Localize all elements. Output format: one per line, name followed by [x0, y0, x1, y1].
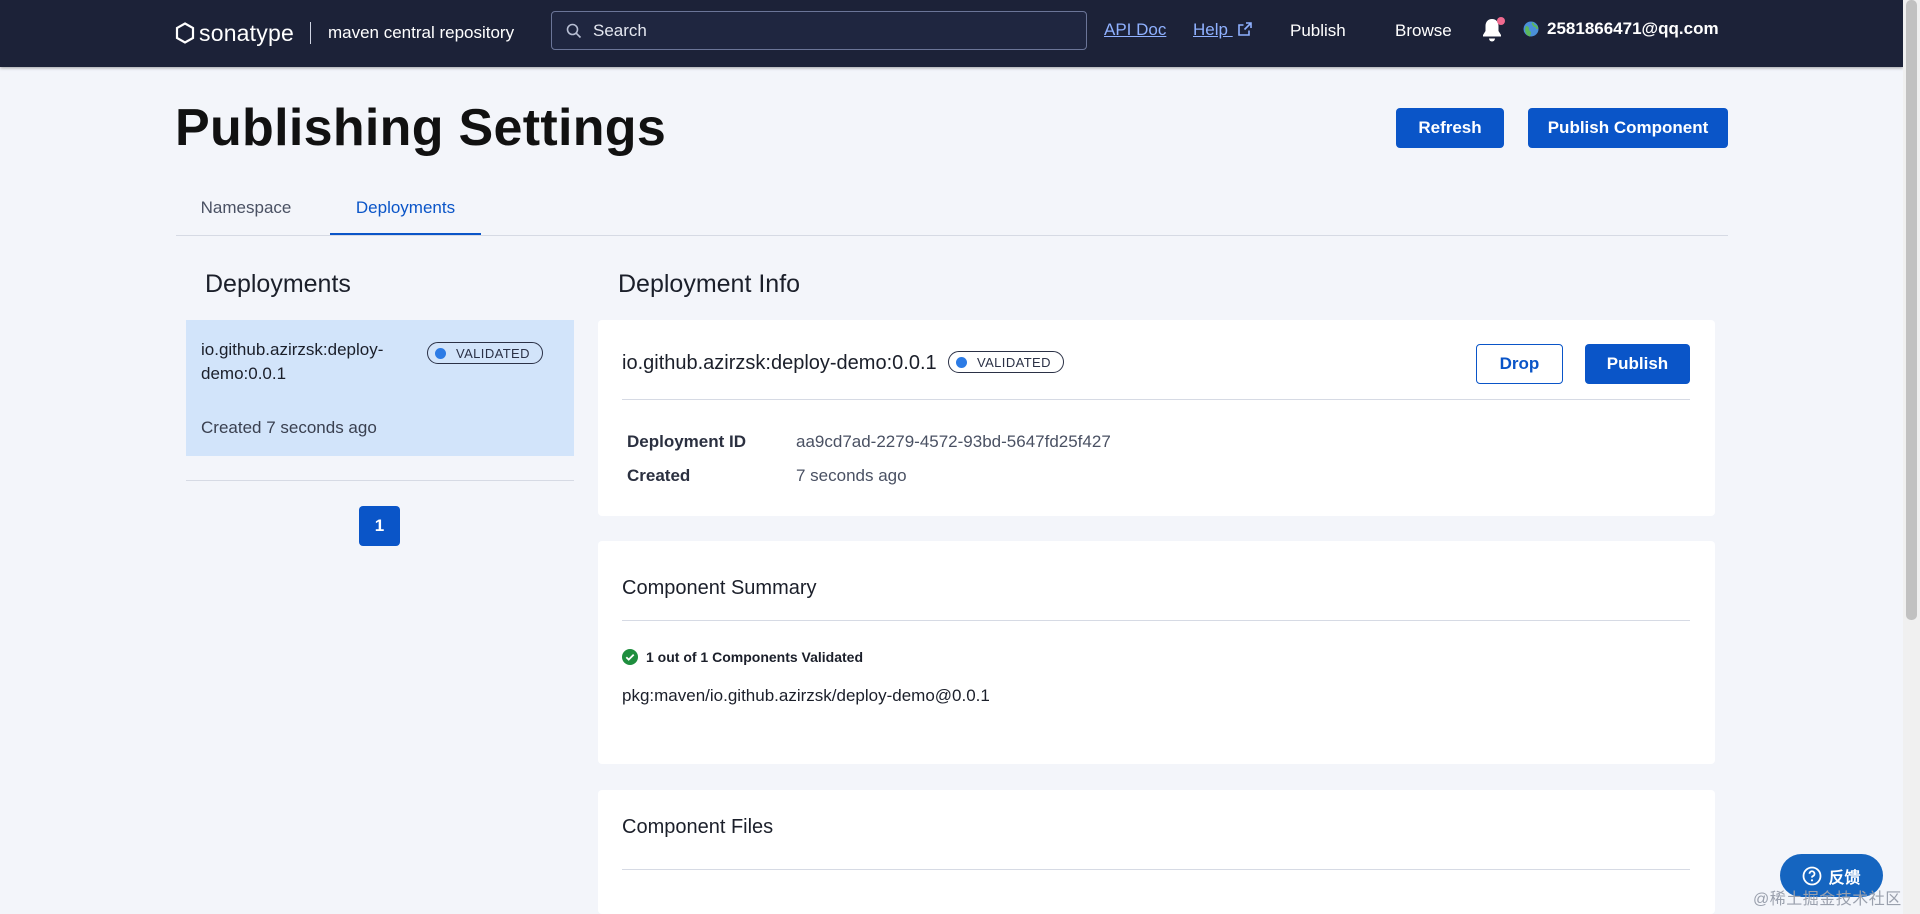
status-badge: VALIDATED: [427, 342, 543, 364]
page-scrollbar[interactable]: [1903, 0, 1920, 914]
settings-tabs: Namespace Deployments: [176, 190, 1728, 236]
drop-button[interactable]: Drop: [1476, 344, 1563, 384]
deployment-created: Created 7 seconds ago: [201, 418, 377, 437]
publish-component-button[interactable]: Publish Component: [1528, 108, 1728, 148]
watermark: @稀土掘金技术社区: [1753, 891, 1902, 908]
pagination-page-button[interactable]: 1: [359, 506, 400, 546]
status-dot-icon: [956, 356, 967, 368]
publish-button[interactable]: Publish: [1585, 344, 1690, 384]
component-files-heading: Component Files: [622, 816, 774, 838]
created-value: 7 seconds ago: [796, 466, 907, 485]
brand-name: sonatype: [199, 19, 294, 46]
component-files-card: Component Files: [598, 790, 1715, 914]
search-icon: [566, 23, 582, 38]
search-box: [551, 11, 1087, 50]
deployment-status-label: VALIDATED: [977, 354, 1051, 370]
sonatype-logo-icon: [175, 22, 195, 44]
deployment-list-item[interactable]: io.github.azirzsk:deploy-demo:0.0.1 VALI…: [186, 320, 574, 456]
status-dot-icon: [435, 347, 446, 359]
deployment-id-label: Deployment ID: [627, 432, 747, 451]
validation-status-label: 1 out of 1 Components Validated: [646, 649, 864, 665]
deployment-info-heading: Deployment Info: [618, 270, 801, 298]
check-circle-icon: [622, 649, 638, 665]
deployment-info-name: io.github.azirzsk:deploy-demo:0.0.1: [622, 352, 937, 374]
tab-deployments[interactable]: Deployments: [330, 190, 481, 235]
card-divider: [622, 869, 1690, 870]
help-link-label: Help: [1193, 20, 1228, 39]
tab-namespace[interactable]: Namespace: [176, 190, 316, 235]
scrollbar-thumb[interactable]: [1906, 0, 1917, 620]
nav-publish[interactable]: Publish: [1290, 21, 1346, 41]
search-input[interactable]: [591, 19, 1075, 42]
component-summary-heading: Component Summary: [622, 577, 817, 599]
list-divider: [186, 480, 574, 481]
feedback-label: 反馈: [1828, 869, 1861, 887]
brand[interactable]: sonatype maven central repository: [175, 16, 514, 50]
deployment-status-badge: VALIDATED: [948, 351, 1064, 373]
deployment-name: io.github.azirzsk:deploy-demo:0.0.1: [201, 340, 384, 383]
refresh-button[interactable]: Refresh: [1396, 108, 1504, 148]
deployments-heading: Deployments: [205, 270, 351, 298]
page-title: Publishing Settings: [175, 99, 667, 157]
notification-dot: [1497, 17, 1505, 25]
brand-subtitle: maven central repository: [327, 23, 515, 42]
nav-browse[interactable]: Browse: [1395, 21, 1452, 41]
component-summary-card: Component Summary 1 out of 1 Components …: [598, 541, 1715, 764]
card-divider: [622, 399, 1690, 400]
top-nav-bar: sonatype maven central repository API Do…: [0, 0, 1903, 67]
api-doc-link[interactable]: API Doc: [1104, 20, 1166, 40]
external-link-icon: [1237, 22, 1252, 36]
deployment-id-value: aa9cd7ad-2279-4572-93bd-5647fd25f427: [796, 432, 1111, 451]
help-link[interactable]: Help: [1193, 20, 1252, 40]
status-badge-label: VALIDATED: [456, 345, 530, 361]
user-email: 2581866471@qq.com: [1547, 19, 1719, 38]
globe-avatar-icon: [1523, 21, 1539, 37]
help-circle-icon: [1803, 866, 1822, 885]
deployment-info-card: io.github.azirzsk:deploy-demo:0.0.1 VALI…: [598, 320, 1715, 516]
created-label: Created: [627, 466, 691, 485]
card-divider: [622, 620, 1690, 621]
user-menu[interactable]: 2581866471@qq.com: [1523, 19, 1719, 39]
validation-status: 1 out of 1 Components Validated: [622, 649, 863, 665]
brand-separator: [309, 22, 311, 44]
component-purl: pkg:maven/io.github.azirzsk/deploy-demo@…: [622, 686, 990, 705]
